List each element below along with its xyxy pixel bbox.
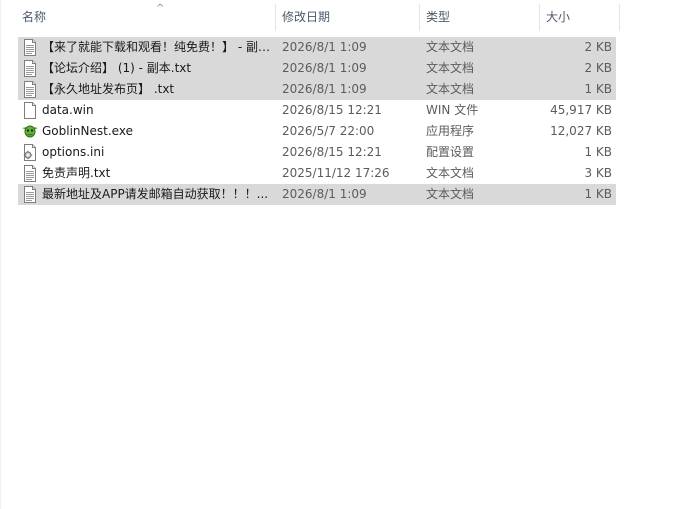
file-type: WIN 文件 <box>426 103 479 117</box>
text-file-icon <box>22 39 38 56</box>
column-header-name[interactable]: 名称 ^ <box>16 3 276 31</box>
file-size: 1 KB <box>584 145 612 159</box>
file-name: 【来了就能下载和观看！纯免费！】 - 副… <box>42 40 270 54</box>
file-name: 最新地址及APP请发邮箱自动获取！！！... <box>42 187 269 201</box>
file-name: options.ini <box>42 145 105 159</box>
file-modified-date: 2026/8/15 12:21 <box>282 145 382 159</box>
column-header-size[interactable]: 大小 <box>540 4 620 31</box>
file-type: 应用程序 <box>426 124 475 138</box>
file-size: 1 KB <box>584 187 612 201</box>
file-name: 免责声明.txt <box>42 166 111 180</box>
file-type: 文本文档 <box>426 187 475 201</box>
file-modified-date: 2026/8/1 1:09 <box>282 40 367 54</box>
text-file-icon <box>22 81 38 98</box>
column-header-type[interactable]: 类型 <box>420 4 540 31</box>
file-size: 2 KB <box>584 40 612 54</box>
text-file-icon <box>22 165 38 182</box>
file-modified-date: 2026/8/1 1:09 <box>282 61 367 75</box>
window-left-edge <box>0 0 1 509</box>
file-modified-date: 2026/5/7 22:00 <box>282 124 375 138</box>
settings-file-icon <box>22 144 38 161</box>
file-modified-date: 2026/8/1 1:09 <box>282 187 367 201</box>
file-modified-date: 2025/11/12 17:26 <box>282 166 390 180</box>
file-modified-date: 2026/8/1 1:09 <box>282 82 367 96</box>
file-name: 【永久地址发布页】 .txt <box>42 82 175 96</box>
file-row[interactable]: 免责声明.txt 2025/11/12 17:26 文本文档 3 KB <box>18 163 616 184</box>
column-header-bar: 名称 ^ 修改日期 类型 大小 <box>0 0 688 34</box>
sort-ascending-icon: ^ <box>156 3 165 14</box>
file-size: 1 KB <box>584 82 612 96</box>
text-file-icon <box>22 186 38 203</box>
file-type: 文本文档 <box>426 166 475 180</box>
file-size: 3 KB <box>584 166 612 180</box>
file-modified-date: 2026/8/15 12:21 <box>282 103 382 117</box>
file-type: 文本文档 <box>426 82 475 96</box>
file-row[interactable]: data.win 2026/8/15 12:21 WIN 文件 45,917 KB <box>18 100 616 121</box>
file-row[interactable]: 最新地址及APP请发邮箱自动获取！！！... 2026/8/1 1:09 文本文档 1… <box>18 184 616 205</box>
file-row[interactable]: GoblinNest.exe 2026/5/7 22:00 应用程序 12,027 K… <box>18 121 616 142</box>
file-name: 【论坛介绍】 (1) - 副本.txt <box>42 61 192 75</box>
file-name: GoblinNest.exe <box>42 124 133 138</box>
column-header-date[interactable]: 修改日期 <box>276 4 420 31</box>
file-list: 【来了就能下载和观看！纯免费！】 - 副… 2026/8/1 1:09 文本文档 2 … <box>18 37 616 205</box>
file-row[interactable]: 【永久地址发布页】 .txt 2026/8/1 1:09 文本文档 1 KB <box>18 79 616 100</box>
file-type: 配置设置 <box>426 145 475 159</box>
file-row[interactable]: options.ini 2026/8/15 12:21 配置设置 1 KB <box>18 142 616 163</box>
file-size: 12,027 KB <box>550 124 612 138</box>
file-row[interactable]: 【论坛介绍】 (1) - 副本.txt 2026/8/1 1:09 文本文档 2 KB <box>18 58 616 79</box>
text-file-icon <box>22 60 38 77</box>
file-size: 45,917 KB <box>550 103 612 117</box>
file-type: 文本文档 <box>426 61 475 75</box>
file-size: 2 KB <box>584 61 612 75</box>
goblin-app-icon <box>22 123 38 140</box>
blank-file-icon <box>22 102 38 119</box>
file-row[interactable]: 【来了就能下载和观看！纯免费！】 - 副… 2026/8/1 1:09 文本文档 2 … <box>18 37 616 58</box>
file-type: 文本文档 <box>426 40 475 54</box>
file-name: data.win <box>42 103 94 117</box>
